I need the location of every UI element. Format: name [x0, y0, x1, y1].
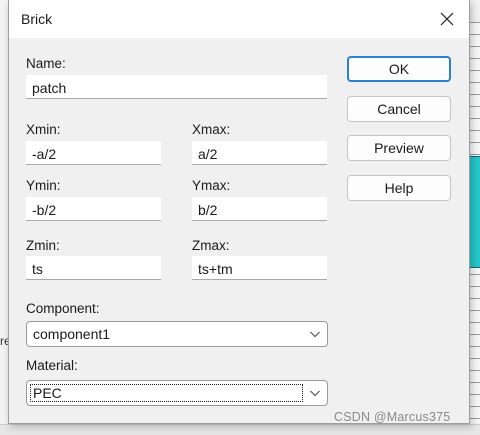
xmin-field[interactable]: -a/2 — [26, 141, 161, 165]
brick-dialog: Brick Name: patch Xmin: -a/2 Xmax: a/2 Y… — [8, 0, 470, 424]
zmin-label: Zmin: — [26, 238, 60, 253]
ymax-field[interactable]: b/2 — [192, 197, 327, 221]
zmax-label: Zmax: — [192, 238, 230, 253]
focus-indicator — [30, 384, 303, 402]
xmax-field[interactable]: a/2 — [192, 141, 327, 165]
dialog-title: Brick — [21, 11, 53, 27]
ymin-label: Ymin: — [26, 178, 61, 193]
close-icon — [440, 12, 454, 26]
help-button[interactable]: Help — [347, 175, 451, 201]
component-dropdown[interactable]: component1 — [26, 321, 328, 347]
cancel-button[interactable]: Cancel — [347, 96, 451, 122]
component-label: Component: — [26, 301, 100, 316]
preview-button[interactable]: Preview — [347, 135, 451, 161]
xmin-label: Xmin: — [26, 122, 61, 137]
name-field[interactable]: patch — [26, 75, 327, 99]
close-button[interactable] — [425, 0, 469, 38]
zmin-field[interactable]: ts — [26, 256, 161, 280]
title-bar: Brick — [9, 0, 469, 38]
watermark-text: CSDN @Marcus375 — [334, 410, 451, 424]
zmax-field[interactable]: ts+tm — [192, 256, 327, 280]
chevron-down-icon — [310, 390, 320, 397]
xmax-label: Xmax: — [192, 122, 231, 137]
background-status-bar — [0, 424, 480, 435]
chevron-down-icon — [310, 331, 320, 338]
material-value: PEC — [33, 385, 62, 401]
ok-button[interactable]: OK — [347, 56, 451, 82]
material-dropdown[interactable]: PEC — [26, 380, 328, 406]
name-label: Name: — [26, 56, 66, 71]
ymin-field[interactable]: -b/2 — [26, 197, 161, 221]
material-label: Material: — [26, 358, 78, 373]
component-value: component1 — [33, 326, 111, 342]
ymax-label: Ymax: — [192, 178, 231, 193]
